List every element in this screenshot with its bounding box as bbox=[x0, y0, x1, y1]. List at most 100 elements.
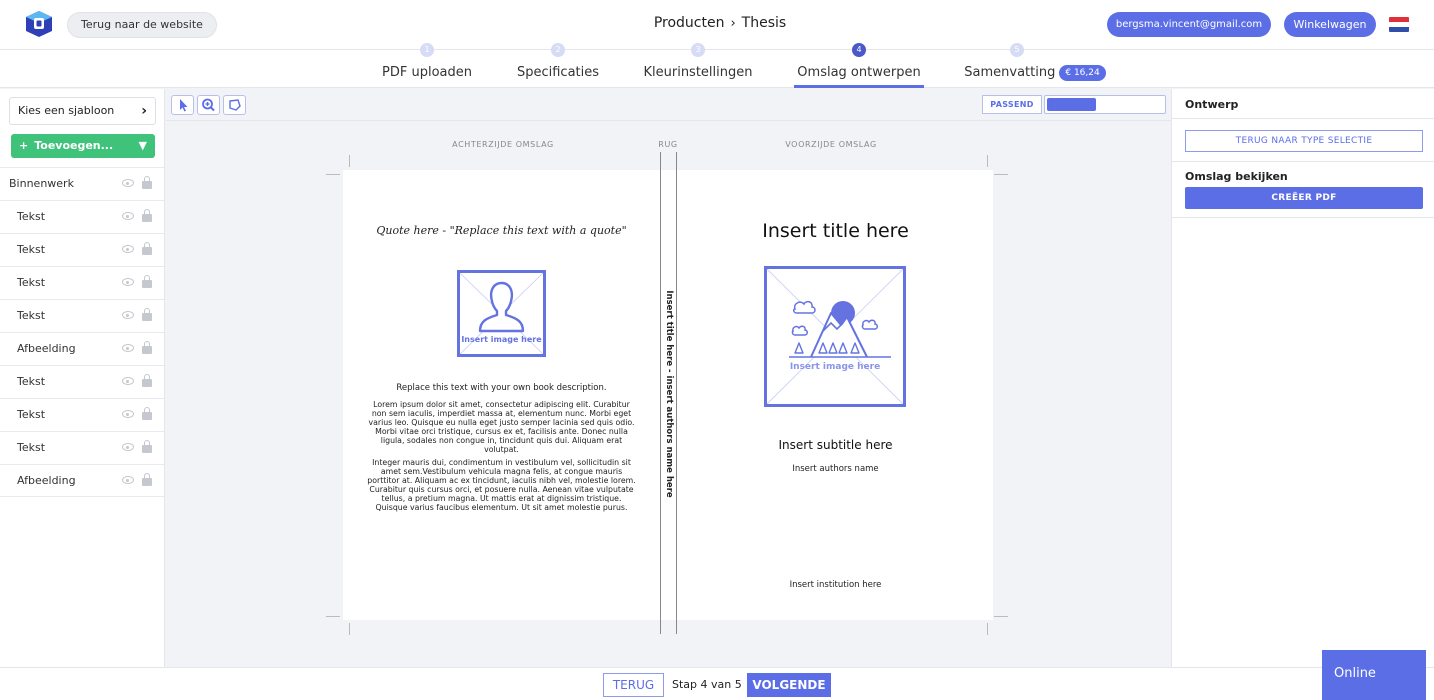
landscape-placeholder-icon bbox=[767, 269, 903, 404]
bottom-navigation: TERUG Stap 4 van 5 VOLGENDE bbox=[0, 667, 1434, 700]
lock-icon[interactable] bbox=[142, 176, 152, 189]
layer-item[interactable]: Tekst bbox=[0, 266, 164, 299]
lock-icon[interactable] bbox=[142, 440, 152, 453]
layer-item[interactable]: Tekst bbox=[0, 299, 164, 332]
back-image-placeholder[interactable]: Insert image here bbox=[457, 270, 546, 357]
step-label: PDF uploaden bbox=[382, 65, 472, 80]
eye-icon[interactable] bbox=[122, 245, 134, 253]
eye-icon[interactable] bbox=[122, 377, 134, 385]
back-description-paragraph-2[interactable]: Integer mauris dui, condimentum in vesti… bbox=[367, 458, 636, 512]
logo-icon[interactable] bbox=[24, 10, 54, 38]
crop-mark bbox=[987, 623, 988, 635]
step-indicator: Stap 4 van 5 bbox=[672, 678, 742, 691]
eye-icon[interactable] bbox=[122, 344, 134, 352]
layer-item[interactable]: Tekst bbox=[0, 431, 164, 464]
front-image-placeholder[interactable]: Insert image here bbox=[764, 266, 906, 407]
front-title-text[interactable]: Insert title here bbox=[678, 220, 993, 242]
step-design-cover[interactable]: 4 Omslag ontwerpen bbox=[794, 43, 924, 88]
lock-icon[interactable] bbox=[142, 407, 152, 420]
eye-icon[interactable] bbox=[122, 278, 134, 286]
fit-zoom-button[interactable]: PASSEND bbox=[982, 95, 1042, 114]
design-panel-title: Ontwerp bbox=[1185, 98, 1239, 111]
chevron-right-icon: › bbox=[141, 103, 147, 119]
top-bar: Terug naar de website Producten › Thesis b… bbox=[0, 0, 1434, 50]
online-chat-button[interactable]: Online bbox=[1322, 650, 1426, 700]
front-subtitle-text[interactable]: Insert subtitle here bbox=[678, 438, 993, 452]
step-number: 1 bbox=[420, 43, 434, 57]
active-step-underline bbox=[794, 85, 924, 88]
step-specifications[interactable]: 2 Specificaties bbox=[508, 43, 608, 88]
divider bbox=[1172, 217, 1434, 218]
layer-item[interactable]: Tekst bbox=[0, 398, 164, 431]
zoom-slider-fill[interactable] bbox=[1047, 98, 1096, 111]
layer-item[interactable]: Tekst bbox=[0, 233, 164, 266]
breadcrumb-chevron-icon: › bbox=[730, 16, 736, 31]
layer-name: Afbeelding bbox=[17, 342, 76, 355]
lock-icon[interactable] bbox=[142, 473, 152, 486]
properties-panel: Ontwerp TERUG NAAR TYPE SELECTIE Omslag … bbox=[1171, 89, 1434, 667]
choose-template-label: Kies een sjabloon bbox=[18, 104, 115, 117]
back-description-paragraph-1[interactable]: Lorem ipsum dolor sit amet, consectetur … bbox=[367, 400, 636, 454]
step-pdf-upload[interactable]: 1 PDF uploaden bbox=[372, 43, 482, 88]
add-element-button[interactable]: + Toevoegen... ▼ bbox=[11, 134, 155, 158]
step-label: Specificaties bbox=[516, 65, 600, 80]
eye-icon[interactable] bbox=[122, 476, 134, 484]
crop-mark bbox=[994, 616, 1008, 617]
lock-icon[interactable] bbox=[142, 374, 152, 387]
cart-button[interactable]: Winkelwagen bbox=[1284, 12, 1376, 37]
back-cover-page[interactable]: Quote here - "Replace this text with a q… bbox=[343, 170, 660, 620]
step-label: Omslag ontwerpen bbox=[797, 65, 921, 80]
layer-item[interactable]: Tekst bbox=[0, 365, 164, 398]
step-color-settings[interactable]: 3 Kleurinstellingen bbox=[638, 43, 758, 88]
zoom-tool-button[interactable] bbox=[197, 95, 220, 115]
crop-mark bbox=[349, 623, 350, 635]
back-to-type-selection-button[interactable]: TERUG NAAR TYPE SELECTIE bbox=[1185, 130, 1423, 152]
eye-icon[interactable] bbox=[122, 410, 134, 418]
front-institution-text[interactable]: Insert institution here bbox=[678, 580, 993, 590]
next-button[interactable]: VOLGENDE bbox=[747, 673, 831, 697]
layer-item[interactable]: Afbeelding bbox=[0, 332, 164, 365]
create-pdf-button[interactable]: CREËER PDF bbox=[1185, 187, 1423, 209]
account-email-button[interactable]: bergsma.vincent@gmail.com bbox=[1107, 12, 1271, 37]
eye-icon[interactable] bbox=[122, 443, 134, 451]
breadcrumb-products[interactable]: Producten bbox=[654, 15, 725, 31]
lock-icon[interactable] bbox=[142, 209, 152, 222]
layers-panel: Kies een sjabloon › + Toevoegen... ▼ Binn… bbox=[0, 89, 165, 667]
breadcrumb-thesis: Thesis bbox=[741, 15, 787, 31]
lock-icon[interactable] bbox=[142, 242, 152, 255]
select-tool-button[interactable] bbox=[171, 95, 194, 115]
back-quote-text[interactable]: Quote here - "Replace this text with a q… bbox=[343, 224, 660, 237]
dutch-flag-icon[interactable] bbox=[1389, 17, 1409, 32]
lock-icon[interactable] bbox=[142, 275, 152, 288]
front-cover-label: VOORZIJDE OMSLAG bbox=[785, 140, 877, 149]
layer-item[interactable]: Binnenwerk bbox=[0, 167, 164, 200]
crop-mark bbox=[326, 174, 340, 175]
eye-icon[interactable] bbox=[122, 179, 134, 187]
design-canvas: ACHTERZIJDE OMSLAG RUG VOORZIJDE OMSLAG … bbox=[166, 122, 1171, 667]
layer-name: Tekst bbox=[17, 243, 46, 256]
layer-item[interactable]: Afbeelding bbox=[0, 464, 164, 497]
step-summary[interactable]: 5 Samenvatting € 16,24 bbox=[960, 43, 1110, 88]
shape-tool-button[interactable] bbox=[223, 95, 246, 115]
layer-item[interactable]: Tekst bbox=[0, 200, 164, 233]
divider bbox=[1172, 161, 1434, 162]
front-cover-page[interactable]: Insert title here Insert image here Inse… bbox=[678, 170, 993, 620]
lock-icon[interactable] bbox=[142, 341, 152, 354]
eye-icon[interactable] bbox=[122, 311, 134, 319]
plus-icon: + bbox=[19, 139, 29, 152]
spine-fold-line bbox=[660, 152, 661, 634]
crop-mark bbox=[987, 155, 988, 167]
step-label: Samenvatting bbox=[964, 65, 1056, 80]
back-to-website-button[interactable]: Terug naar de website bbox=[67, 12, 217, 38]
canvas-toolbar: PASSEND bbox=[166, 89, 1171, 121]
eye-icon[interactable] bbox=[122, 212, 134, 220]
spine-title-text[interactable]: Insert title here - insert authors name … bbox=[664, 290, 674, 497]
back-description-title[interactable]: Replace this text with your own book des… bbox=[367, 383, 636, 393]
front-author-text[interactable]: Insert authors name bbox=[678, 464, 993, 474]
lock-icon[interactable] bbox=[142, 308, 152, 321]
layer-name: Afbeelding bbox=[17, 474, 76, 487]
zoom-slider[interactable] bbox=[1044, 95, 1166, 114]
spine-label: RUG bbox=[658, 140, 678, 149]
back-button[interactable]: TERUG bbox=[603, 673, 664, 697]
choose-template-button[interactable]: Kies een sjabloon › bbox=[9, 97, 156, 125]
